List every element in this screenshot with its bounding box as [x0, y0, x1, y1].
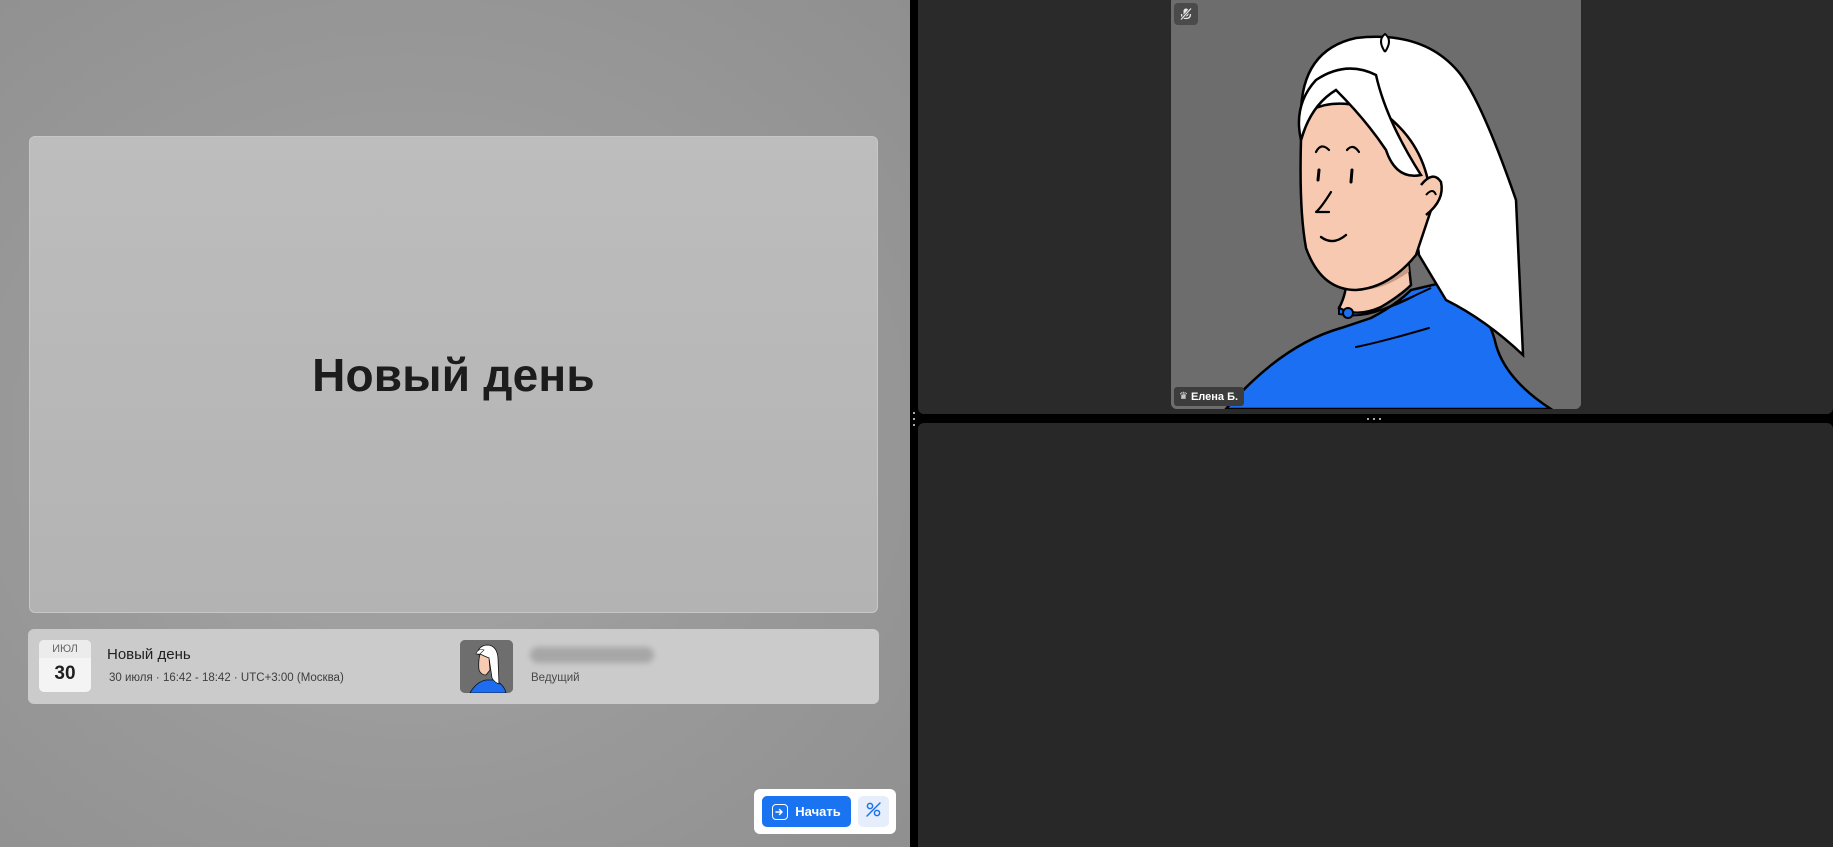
event-day: 30	[54, 663, 76, 684]
event-date: ИЮЛ 30	[39, 640, 91, 692]
event-info-card: ИЮЛ 30 Новый день 30 июля · 16:42 - 18:4…	[28, 629, 879, 704]
conference-screen: Новый день ИЮЛ 30 Новый день 30 июля · 1…	[0, 0, 1833, 847]
event-month: ИЮЛ	[39, 640, 91, 658]
crown-icon: ♛	[1179, 391, 1188, 402]
participant-name-badge: ♛ Елена Б.	[1174, 387, 1245, 406]
host-role: Ведущий	[531, 672, 580, 684]
splitter-handle-icon[interactable]	[913, 412, 915, 426]
presentation-slide: Новый день	[29, 136, 878, 613]
start-button[interactable]: Начать	[762, 796, 851, 827]
presentation-area: Новый день ИЮЛ 30 Новый день 30 июля · 1…	[0, 0, 910, 847]
mic-off-icon	[1174, 3, 1198, 25]
event-title: Новый день	[107, 646, 191, 663]
settings-icon	[865, 801, 882, 823]
host-avatar	[460, 640, 513, 693]
enter-icon	[772, 803, 789, 820]
settings-button[interactable]	[858, 796, 889, 827]
host-name-blurred	[530, 647, 654, 663]
event-time: 30 июля · 16:42 - 18:42 · UTC+3:00 (Моск…	[109, 672, 344, 684]
slide-title: Новый день	[312, 348, 595, 401]
horizontal-splitter-handle-icon[interactable]	[1367, 418, 1381, 420]
meeting-controls: Начать	[754, 789, 896, 834]
participant-name: Елена Б.	[1190, 390, 1239, 403]
start-button-label: Начать	[795, 804, 841, 819]
participant-video[interactable]	[1171, 0, 1581, 409]
video-tile-bottom	[918, 423, 1833, 847]
